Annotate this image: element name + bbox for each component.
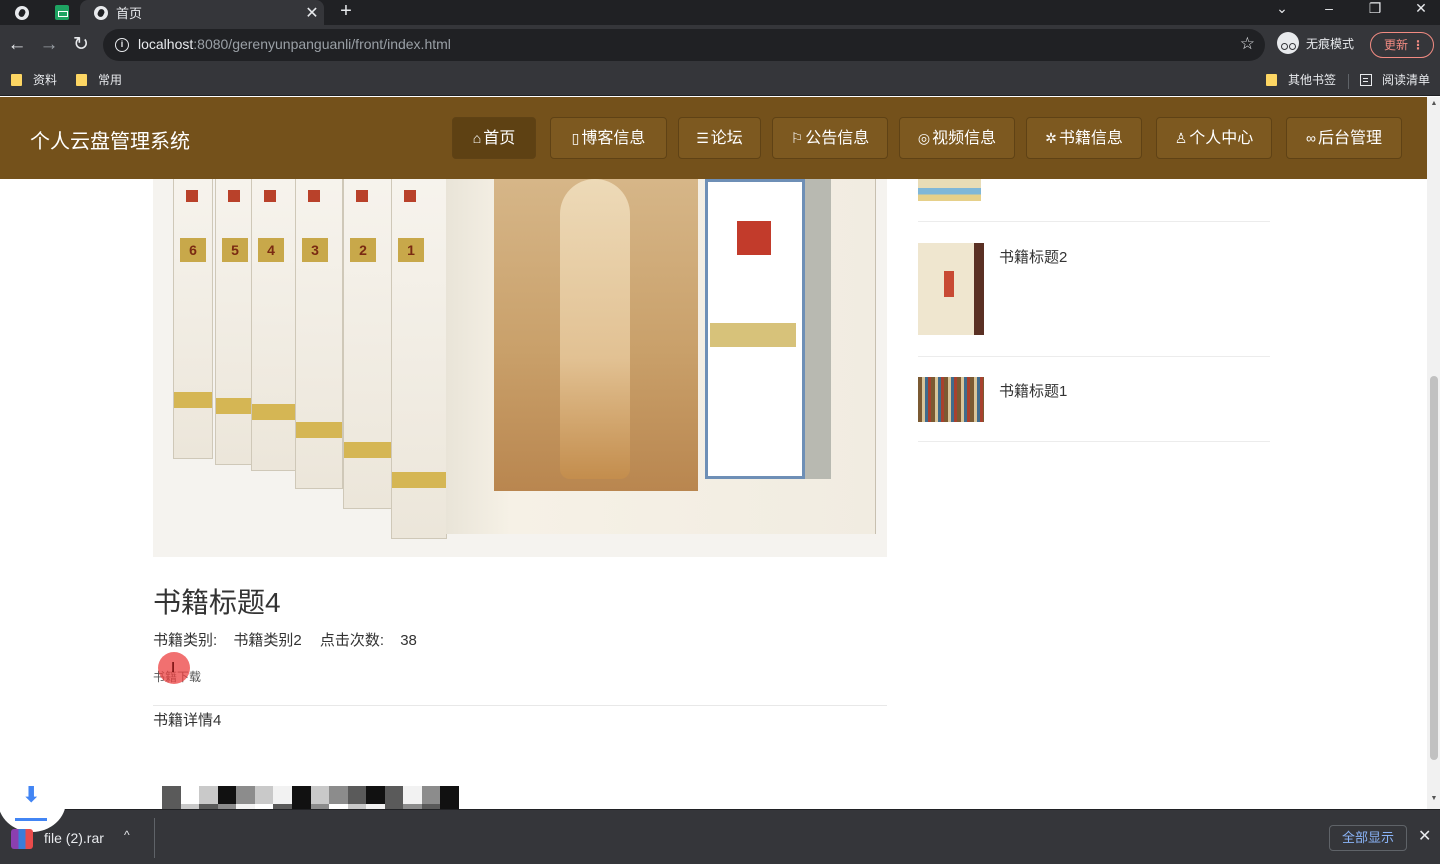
book-icon: ✲ [1045, 130, 1057, 146]
browser-toolbar: ← → ↻ i localhost:8080/gerenyunpanguanli… [0, 25, 1440, 65]
address-bar[interactable]: i localhost:8080/gerenyunpanguanli/front… [103, 29, 1265, 61]
active-tab[interactable]: 首页 ✕ [80, 0, 324, 25]
page-scrollbar-thumb[interactable] [1430, 376, 1438, 760]
book-thumbnail[interactable] [918, 243, 984, 335]
tab-title: 首页 [116, 6, 143, 21]
shelf-divider [154, 818, 155, 858]
window-close-icon[interactable]: ✕ [1398, 0, 1440, 25]
sidebar-book-title[interactable]: 书籍标题2 [999, 246, 1067, 267]
flag-icon: ⚐ [790, 130, 804, 146]
site-info-icon[interactable]: i [115, 38, 129, 52]
bookmark-star-icon[interactable]: ☆ [1240, 34, 1255, 54]
globe-icon [94, 5, 108, 20]
category-label: 书籍类别: [153, 632, 218, 649]
site-header: 个人云盘管理系统 ⌂ 首页 ▯ 博客信息 ☰ 论坛 ⚐ 公告信息 ◎ 视频信息 ✲ 书籍信息… [0, 97, 1427, 179]
download-file-name[interactable]: file (2).rar [44, 830, 104, 846]
other-bookmarks[interactable]: 其他书签 [1266, 71, 1336, 88]
download-arrow-icon: ⬇ [22, 782, 41, 807]
book-thumbnail[interactable] [918, 377, 984, 422]
video-icon: ◎ [917, 130, 931, 146]
content-divider [153, 705, 887, 706]
restore-icon[interactable]: ❐ [1352, 0, 1398, 25]
bookmark-folder-changyong[interactable]: 常用 [76, 71, 122, 88]
tab-search-icon[interactable]: ⌄ [1259, 0, 1305, 25]
reading-list-icon [1360, 73, 1372, 86]
category-value: 书籍类别2 [233, 632, 302, 649]
nav-announcements[interactable]: ⚐ 公告信息 [772, 117, 888, 159]
archive-file-icon [11, 829, 33, 849]
url-text[interactable]: localhost:8080/gerenyunpanguanli/front/i… [138, 36, 451, 52]
nav-videos[interactable]: ◎ 视频信息 [899, 117, 1015, 159]
blog-icon: ▯ [571, 130, 580, 146]
clicks-value: 38 [400, 632, 417, 649]
cursor-click-indicator [158, 652, 190, 684]
folder-icon [76, 73, 87, 86]
forum-icon: ☰ [696, 130, 709, 146]
nav-home[interactable]: ⌂ 首页 [452, 117, 536, 159]
folder-icon [1266, 73, 1277, 86]
menu-dots-icon: ⋮ [1412, 38, 1424, 52]
chevron-up-icon[interactable]: ^ [124, 828, 130, 842]
nav-personal-center[interactable]: ♙ 个人中心 [1156, 117, 1272, 159]
clicks-label: 点击次数: [319, 632, 385, 649]
download-progress-bar [15, 818, 47, 821]
nav-blog[interactable]: ▯ 博客信息 [550, 117, 667, 159]
pinned-tab-browser[interactable] [0, 0, 44, 25]
show-all-downloads-button[interactable]: 全部显示 [1329, 825, 1407, 851]
nav-books[interactable]: ✲ 书籍信息 [1026, 117, 1142, 159]
book-title: 书籍标题4 [153, 587, 281, 618]
download-shelf [0, 809, 1440, 864]
nav-forum[interactable]: ☰ 论坛 [678, 117, 761, 159]
sidebar-book-item[interactable]: 书籍标题2 [918, 243, 1270, 357]
scroll-down-icon[interactable]: ▼ [1430, 795, 1438, 802]
folder-icon [11, 73, 22, 86]
home-icon: ⌂ [472, 130, 482, 146]
scroll-up-icon[interactable]: ▲ [1430, 100, 1438, 107]
shelf-close-icon[interactable]: ✕ [1418, 826, 1431, 846]
globe-icon [15, 5, 29, 20]
reload-icon[interactable]: ↻ [69, 33, 93, 57]
book-meta: 书籍类别: 书籍类别2 点击次数: 38 [153, 629, 417, 650]
back-icon[interactable]: ← [5, 33, 29, 57]
pinned-tab-sheets[interactable] [44, 0, 80, 25]
minimize-icon[interactable]: – [1306, 0, 1352, 25]
incognito-icon [1277, 32, 1299, 54]
bookmark-divider [1348, 74, 1349, 89]
bookmarks-bar: 资料 常用 其他书签 阅读清单 [0, 65, 1440, 96]
site-title: 个人云盘管理系统 [30, 131, 190, 153]
update-button[interactable]: 更新 ⋮ [1370, 32, 1434, 58]
book-detail: 书籍详情4 [153, 712, 222, 729]
new-tab-button[interactable]: + [334, 0, 358, 25]
link-icon: ∞ [1306, 130, 1316, 146]
book-cover-front [153, 179, 887, 557]
book-thumbnail[interactable] [918, 179, 981, 201]
browser-tab-strip: 首页 ✕ + ⌄ – ❐ ✕ [0, 0, 1440, 25]
bookmark-folder-ziliao[interactable]: 资料 [11, 71, 57, 88]
sidebar-book-title[interactable]: 书籍标题1 [999, 380, 1067, 401]
user-icon: ♙ [1174, 130, 1188, 146]
sidebar-book-item[interactable] [918, 179, 1270, 222]
forward-icon[interactable]: → [37, 33, 61, 57]
reading-list[interactable]: 阅读清单 [1360, 71, 1430, 88]
sidebar-book-item[interactable]: 书籍标题1 [918, 377, 1270, 442]
tab-close-icon[interactable]: ✕ [300, 3, 324, 23]
nav-admin[interactable]: ∞ 后台管理 [1286, 117, 1402, 159]
incognito-label: 无痕模式 [1306, 36, 1355, 51]
incognito-indicator[interactable]: 无痕模式 [1277, 32, 1354, 54]
spreadsheet-icon [55, 5, 69, 20]
